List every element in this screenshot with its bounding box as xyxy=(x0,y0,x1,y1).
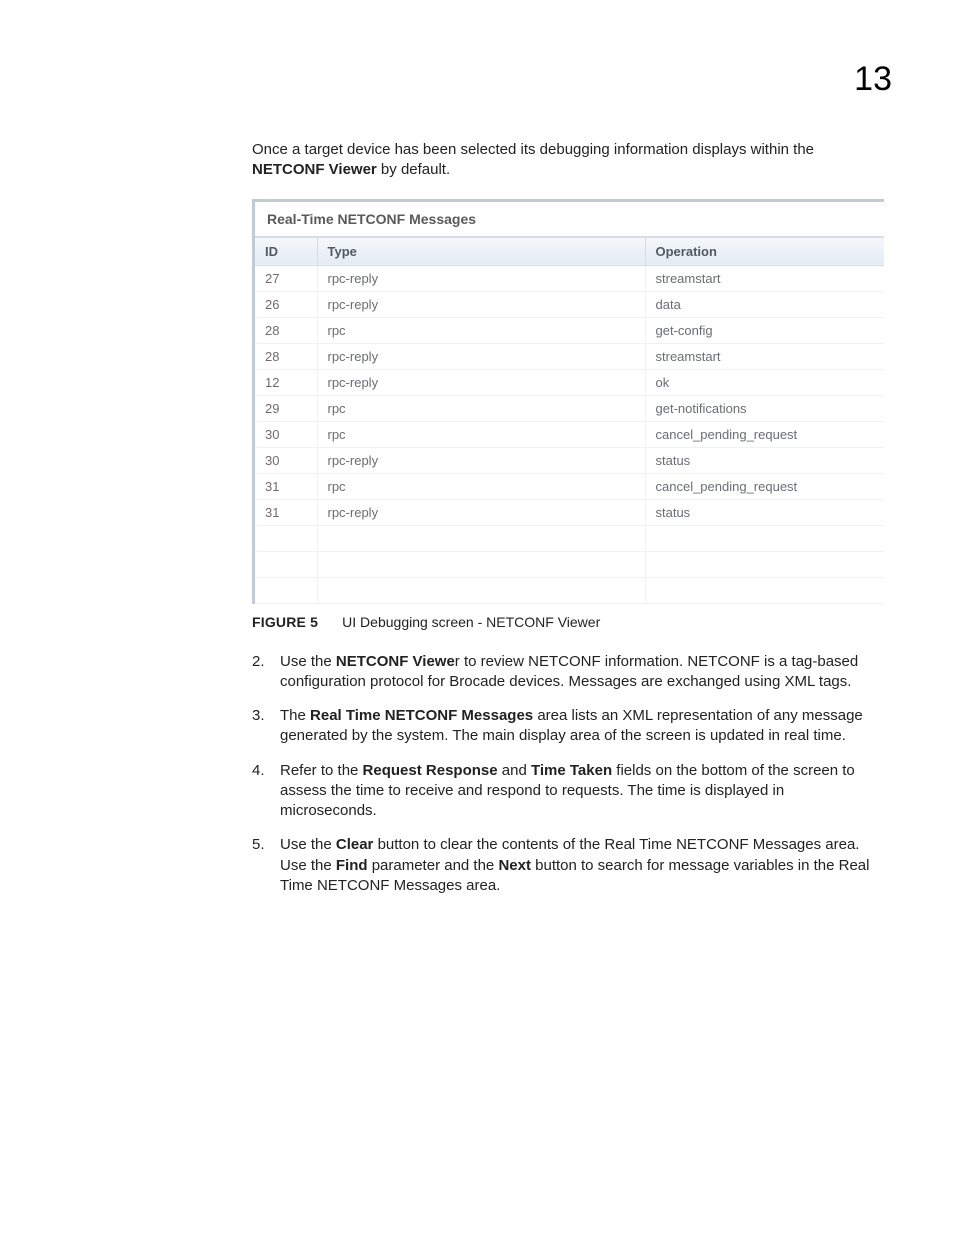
intro-paragraph: Once a target device has been selected i… xyxy=(252,140,884,181)
intro-text-post: by default. xyxy=(377,161,450,178)
text: The xyxy=(280,707,310,724)
cell-type: rpc-reply xyxy=(317,291,645,317)
cell-type: rpc-reply xyxy=(317,499,645,525)
list-item: The Real Time NETCONF Messages area list… xyxy=(252,706,884,747)
cell-empty xyxy=(317,525,645,551)
cell-operation: get-config xyxy=(645,317,884,343)
cell-empty xyxy=(317,577,645,603)
list-item: Refer to the Request Response and Time T… xyxy=(252,761,884,822)
table-row[interactable]: 12rpc-replyok xyxy=(255,369,884,395)
cell-empty xyxy=(645,525,884,551)
cell-id: 31 xyxy=(255,499,317,525)
bold-text: NETCONF Viewe xyxy=(336,653,455,670)
cell-id: 27 xyxy=(255,265,317,291)
cell-type: rpc-reply xyxy=(317,343,645,369)
table-row[interactable]: 27rpc-replystreamstart xyxy=(255,265,884,291)
list-item: Use the Clear button to clear the conten… xyxy=(252,835,884,896)
page-number: 13 xyxy=(854,60,892,99)
steps-list: Use the NETCONF Viewer to review NETCONF… xyxy=(252,652,884,897)
figure-caption-text: UI Debugging screen - NETCONF Viewer xyxy=(342,614,600,630)
cell-operation: data xyxy=(645,291,884,317)
netconf-messages-panel: Real-Time NETCONF Messages ID Type Opera… xyxy=(252,199,884,604)
page-content: Once a target device has been selected i… xyxy=(252,60,884,896)
figure-caption: FIGURE 5 UI Debugging screen - NETCONF Vi… xyxy=(252,614,884,630)
cell-type: rpc xyxy=(317,473,645,499)
cell-empty xyxy=(255,577,317,603)
cell-type: rpc xyxy=(317,395,645,421)
cell-id: 26 xyxy=(255,291,317,317)
cell-type: rpc xyxy=(317,317,645,343)
bold-text: Request Response xyxy=(363,762,498,779)
page: 13 Once a target device has been selecte… xyxy=(0,0,954,1235)
cell-empty xyxy=(645,551,884,577)
table-row-empty xyxy=(255,551,884,577)
table-row[interactable]: 26rpc-replydata xyxy=(255,291,884,317)
bold-text: Clear xyxy=(336,836,374,853)
list-item: Use the NETCONF Viewer to review NETCONF… xyxy=(252,652,884,693)
cell-operation: status xyxy=(645,447,884,473)
text: Refer to the xyxy=(280,762,363,779)
cell-operation: streamstart xyxy=(645,265,884,291)
cell-empty xyxy=(317,551,645,577)
bold-text: Time Taken xyxy=(531,762,612,779)
table-row[interactable]: 31rpc-replystatus xyxy=(255,499,884,525)
column-header-type[interactable]: Type xyxy=(317,237,645,265)
cell-id: 12 xyxy=(255,369,317,395)
cell-type: rpc-reply xyxy=(317,265,645,291)
table-row[interactable]: 28rpc-replystreamstart xyxy=(255,343,884,369)
intro-bold-netconf-viewer: NETCONF Viewer xyxy=(252,161,377,178)
table-row-empty xyxy=(255,577,884,603)
cell-type: rpc-reply xyxy=(317,447,645,473)
bold-text: Real Time NETCONF Messages xyxy=(310,707,533,724)
cell-empty xyxy=(255,525,317,551)
cell-id: 28 xyxy=(255,343,317,369)
cell-operation: status xyxy=(645,499,884,525)
cell-id: 29 xyxy=(255,395,317,421)
text: Use the xyxy=(280,836,336,853)
table-row[interactable]: 29rpcget-notifications xyxy=(255,395,884,421)
cell-id: 31 xyxy=(255,473,317,499)
table-row[interactable]: 28rpcget-config xyxy=(255,317,884,343)
cell-operation: cancel_pending_request xyxy=(645,473,884,499)
cell-type: rpc xyxy=(317,421,645,447)
figure-label: FIGURE 5 xyxy=(252,614,318,630)
cell-id: 30 xyxy=(255,421,317,447)
cell-empty xyxy=(255,551,317,577)
messages-table: ID Type Operation 27rpc-replystreamstart… xyxy=(255,237,884,604)
column-header-operation[interactable]: Operation xyxy=(645,237,884,265)
column-header-id[interactable]: ID xyxy=(255,237,317,265)
bold-text: Find xyxy=(336,857,368,874)
cell-empty xyxy=(645,577,884,603)
cell-type: rpc-reply xyxy=(317,369,645,395)
cell-id: 28 xyxy=(255,317,317,343)
cell-operation: cancel_pending_request xyxy=(645,421,884,447)
bold-text: Next xyxy=(498,857,531,874)
cell-operation: ok xyxy=(645,369,884,395)
intro-text-pre: Once a target device has been selected i… xyxy=(252,141,814,158)
text: parameter and the xyxy=(368,857,499,874)
cell-id: 30 xyxy=(255,447,317,473)
table-header-row: ID Type Operation xyxy=(255,237,884,265)
panel-title: Real-Time NETCONF Messages xyxy=(255,202,884,237)
table-row-empty xyxy=(255,525,884,551)
table-row[interactable]: 30rpc-replystatus xyxy=(255,447,884,473)
text: Use the xyxy=(280,653,336,670)
cell-operation: get-notifications xyxy=(645,395,884,421)
text: and xyxy=(498,762,531,779)
messages-table-body: 27rpc-replystreamstart26rpc-replydata28r… xyxy=(255,265,884,603)
cell-operation: streamstart xyxy=(645,343,884,369)
table-row[interactable]: 30rpccancel_pending_request xyxy=(255,421,884,447)
table-row[interactable]: 31rpccancel_pending_request xyxy=(255,473,884,499)
